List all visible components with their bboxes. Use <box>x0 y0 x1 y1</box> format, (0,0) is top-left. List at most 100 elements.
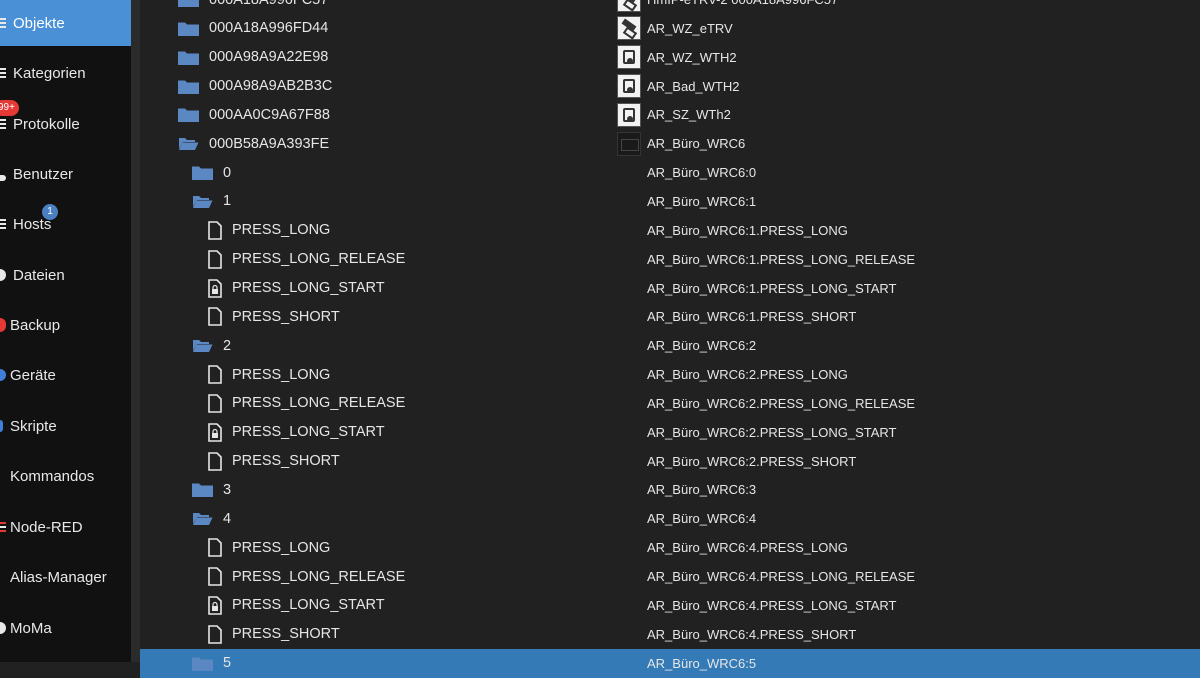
object-name: AR_Büro_WRC6:4.PRESS_LONG_RELEASE <box>647 569 916 584</box>
tree-row[interactable]: PRESS_LONG AR_Büro_WRC6:2.PRESS_LONG <box>140 360 1200 389</box>
object-id: PRESS_LONG_START <box>232 280 385 296</box>
folder-icon[interactable] <box>192 482 213 498</box>
tree-row-id-cell: 4 <box>192 504 231 533</box>
sidebar-item-label: Backup <box>10 316 61 334</box>
tree-row[interactable]: PRESS_LONG_RELEASE AR_Büro_WRC6:2.PRESS_L… <box>140 389 1200 418</box>
folder-icon[interactable] <box>178 50 199 65</box>
object-name: AR_Büro_WRC6:3 <box>647 482 757 498</box>
list-icon <box>0 50 9 96</box>
object-name: AR_SZ_WTh2 <box>647 107 731 123</box>
sidebar-item-objekte[interactable]: Objekte <box>0 0 131 46</box>
object-name: AR_Büro_WRC6:1.PRESS_SHORT <box>647 309 857 325</box>
tree-row[interactable]: 3 AR_Büro_WRC6:3 <box>140 475 1200 504</box>
object-name: AR_Büro_WRC6:1.PRESS_LONG <box>647 222 848 238</box>
folder-icon[interactable] <box>192 165 213 181</box>
tree-row-id-cell: PRESS_LONG_START <box>208 418 385 447</box>
folder-open-icon[interactable] <box>192 338 213 353</box>
tree-row-name-cell: AR_Büro_WRC6:1.PRESS_LONG_START <box>617 274 897 303</box>
tree-row[interactable]: PRESS_SHORT AR_Büro_WRC6:1.PRESS_SHORT <box>140 302 1200 331</box>
wall-thermostat-thumbnail <box>617 45 641 70</box>
folder-open-icon[interactable] <box>178 136 199 151</box>
tree-row[interactable]: 4 AR_Büro_WRC6:4 <box>140 504 1200 533</box>
tree-row-name-cell: AR_Bad_WTH2 <box>617 72 739 101</box>
tree-row[interactable]: 000A98A9AB2B3C AR_Bad_WTH2 <box>140 72 1200 101</box>
wall-thermostat-thumbnail <box>617 74 641 99</box>
folder-icon[interactable] <box>178 21 199 36</box>
tree-row-id-cell: 1 <box>192 187 231 216</box>
sidebar-item-node-red[interactable]: Node-RED <box>0 504 131 550</box>
tree-row[interactable]: 1 AR_Büro_WRC6:1 <box>140 187 1200 216</box>
tree-row-name-cell: AR_WZ_WTH2 <box>617 43 737 72</box>
object-name: AR_Bad_WTH2 <box>647 78 740 94</box>
tree-row[interactable]: PRESS_SHORT AR_Büro_WRC6:2.PRESS_SHORT <box>140 447 1200 476</box>
tree-row[interactable]: 000A18A996FC57 HmIP-eTRV-2 000A18A996FC57 <box>140 0 1200 14</box>
object-name: AR_Büro_WRC6:5 <box>647 655 757 671</box>
object-id: PRESS_SHORT <box>232 308 340 325</box>
tree-row-id-cell: PRESS_LONG_RELEASE <box>208 245 405 274</box>
sidebar-item-moma[interactable]: MoMa <box>0 605 131 651</box>
file-lock-icon <box>208 422 222 442</box>
sidebar-item-alias-manager[interactable]: Alias-Manager <box>0 554 131 600</box>
object-name: AR_Büro_WRC6 <box>647 136 746 152</box>
folder-icon[interactable] <box>178 107 199 123</box>
tree-row-name-cell: AR_Büro_WRC6:2 <box>617 331 756 360</box>
file-icon <box>208 567 222 586</box>
sidebar-item-backup[interactable]: Backup <box>0 302 131 348</box>
tree-row[interactable]: 000B58A9A393FE AR_Büro_WRC6 <box>140 129 1200 158</box>
tree-row[interactable]: 000A98A9A22E98 AR_WZ_WTH2 <box>140 43 1200 72</box>
wall-thermostat-thumbnail <box>617 102 641 127</box>
sidebar-item-hosts[interactable]: Hosts <box>0 201 131 247</box>
radiator-valve-thumbnail <box>617 0 641 12</box>
tree-row[interactable]: PRESS_LONG AR_Büro_WRC6:4.PRESS_LONG <box>140 533 1200 562</box>
tree-row[interactable]: PRESS_SHORT AR_Büro_WRC6:4.PRESS_SHORT <box>140 620 1200 649</box>
sidebar-item-label: Kommandos <box>10 467 95 485</box>
folder-open-icon[interactable] <box>192 511 213 526</box>
tree-row[interactable]: 5 AR_Büro_WRC6:5 <box>140 648 1200 678</box>
tree-row-id-cell: 000A18A996FC57 <box>178 0 328 14</box>
object-name: AR_Büro_WRC6:2.PRESS_LONG_RELEASE <box>647 395 916 411</box>
folder-icon[interactable] <box>178 79 199 94</box>
tree-row-id-cell: 000B58A9A393FE <box>178 129 329 158</box>
tree-row-name-cell: AR_Büro_WRC6:2.PRESS_LONG_RELEASE <box>617 389 915 418</box>
tree-row[interactable]: PRESS_LONG_RELEASE AR_Büro_WRC6:4.PRESS_L… <box>140 562 1200 591</box>
tree-row-name-cell: AR_Büro_WRC6:1.PRESS_SHORT <box>617 302 856 331</box>
sidebar-item-kategorien[interactable]: Kategorien <box>0 50 131 96</box>
tree-row[interactable]: 000AA0C9A67F88 AR_SZ_WTh2 <box>140 100 1200 129</box>
tree-row[interactable]: PRESS_LONG_START AR_Büro_WRC6:2.PRESS_LON… <box>140 418 1200 447</box>
sidebar-item-protokolle[interactable]: Protokolle <box>0 101 131 147</box>
sidebar-item-label: Skripte <box>10 417 57 435</box>
object-id: 000A18A996FC57 <box>209 0 328 8</box>
tree-row-name-cell: AR_SZ_WTh2 <box>617 100 731 129</box>
object-name: AR_Büro_WRC6:4.PRESS_LONG <box>647 540 848 556</box>
tree-row[interactable]: PRESS_LONG_START AR_Büro_WRC6:1.PRESS_LON… <box>140 274 1200 303</box>
tree-row-name-cell: AR_Büro_WRC6:4.PRESS_LONG_RELEASE <box>617 562 915 591</box>
sidebar-item-skripte[interactable]: Skripte <box>0 403 131 449</box>
tree-row-name-cell: AR_Büro_WRC6:3 <box>617 475 756 504</box>
tree-row[interactable]: 2 AR_Büro_WRC6:2 <box>140 331 1200 360</box>
tree-row[interactable]: 000A18A996FD44 AR_WZ_eTRV <box>140 14 1200 43</box>
tree-row[interactable]: PRESS_LONG_RELEASE AR_Büro_WRC6:1.PRESS_L… <box>140 245 1200 274</box>
tree-row-name-cell: AR_Büro_WRC6:5 <box>617 649 756 678</box>
tree-row-id-cell: 000AA0C9A67F88 <box>178 100 330 129</box>
object-id: 5 <box>223 655 232 672</box>
sidebar-item-dateien[interactable]: Dateien <box>0 252 131 298</box>
folder-icon[interactable] <box>192 656 213 671</box>
tree-row[interactable]: 0 AR_Büro_WRC6:0 <box>140 158 1200 187</box>
folder-icon[interactable] <box>178 0 199 7</box>
object-name: AR_Büro_WRC6:4 <box>647 511 757 527</box>
tree-row-id-cell: PRESS_SHORT <box>208 302 340 331</box>
tree-row-id-cell: 2 <box>192 331 231 360</box>
folder-open-icon[interactable] <box>192 194 213 209</box>
tree-row-id-cell: PRESS_LONG_START <box>208 274 385 303</box>
tree-row-name-cell: AR_Büro_WRC6:4.PRESS_SHORT <box>617 620 856 649</box>
sidebar-divider <box>131 0 140 662</box>
sidebar-item-geraete[interactable]: Geräte <box>0 352 131 398</box>
sidebar-item-benutzer[interactable]: Benutzer <box>0 151 131 197</box>
object-name: HmIP-eTRV-2 000A18A996FC57 <box>647 0 838 7</box>
object-name: AR_Büro_WRC6:0 <box>647 165 757 181</box>
tree-row[interactable]: PRESS_LONG AR_Büro_WRC6:1.PRESS_LONG <box>140 216 1200 245</box>
tree-row-name-cell: AR_Büro_WRC6:4.PRESS_LONG_START <box>617 591 897 620</box>
tree-row[interactable]: PRESS_LONG_START AR_Büro_WRC6:4.PRESS_LON… <box>140 591 1200 620</box>
sidebar-item-kommandos[interactable]: Kommandos <box>0 453 131 499</box>
object-name: AR_WZ_eTRV <box>647 20 733 36</box>
